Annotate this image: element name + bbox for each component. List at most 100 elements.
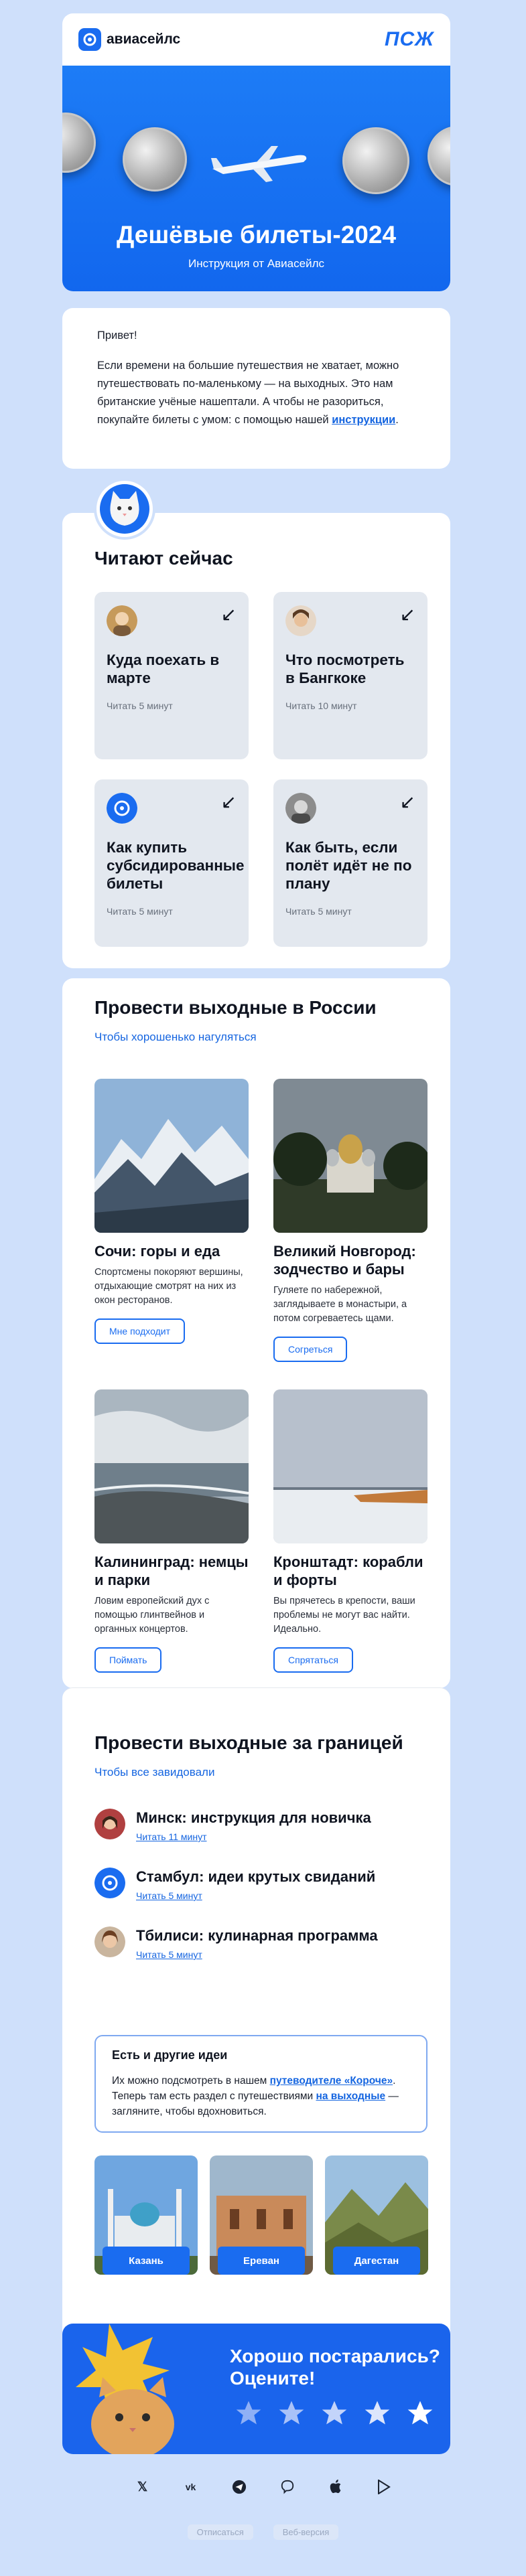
city-card-yerevan[interactable]: Ереван	[210, 2155, 313, 2275]
author-avatar	[285, 605, 316, 636]
kronstadt-photo[interactable]	[273, 1389, 428, 1543]
novgorod-photo[interactable]	[273, 1079, 428, 1233]
star-icon[interactable]	[320, 2399, 349, 2428]
place-text: Спортсмены покоряют вершины, отдыхающие …	[94, 1267, 243, 1306]
more-ideas-title: Есть и другие идеи	[112, 2048, 228, 2062]
apple-icon[interactable]	[326, 2478, 345, 2496]
russia-title: Провести выходные в России	[94, 997, 377, 1018]
instruction-link[interactable]: инструкции	[332, 414, 395, 426]
logo-text: авиасейлс	[107, 31, 181, 47]
coin-image	[62, 112, 96, 173]
catch-button[interactable]: Поймать	[94, 1647, 162, 1673]
abroad-item-title: Минск: инструкция для новичка	[136, 1809, 371, 1826]
arrow-icon: ↙	[399, 604, 415, 625]
place-title: Сочи: горы и еда	[94, 1243, 220, 1260]
reading-card-march[interactable]: ↙ Куда поехать в марте Читать 5 минут	[94, 592, 249, 759]
author-avatar	[94, 1926, 125, 1957]
author-avatar	[94, 1809, 125, 1839]
aviasales-logo[interactable]: авиасейлс	[78, 28, 180, 51]
web-version-link[interactable]: Веб-версия	[273, 2524, 339, 2540]
reading-now-card: Читают сейчас ↙ Куда поехать в марте Чит…	[62, 513, 450, 968]
abroad-item-text: Тбилиси: кулинарная программа Читать 5 м…	[136, 1926, 378, 1960]
abroad-item-meta[interactable]: Читать 11 минут	[136, 1831, 371, 1842]
reading-card-bangkok[interactable]: ↙ Что посмотреть в Бангкоке Читать 10 ми…	[273, 592, 428, 759]
arrow-icon: ↙	[399, 791, 415, 812]
reading-card-title: Как купить субсидированные билеты	[107, 839, 245, 892]
star-icon[interactable]	[405, 2399, 435, 2428]
guide-link[interactable]: путеводителе «Короче»	[270, 2075, 393, 2087]
unsubscribe-link[interactable]: Отписаться	[187, 2524, 253, 2540]
aviasales-avatar	[107, 793, 137, 824]
partner-logo[interactable]: ПСЖ	[385, 28, 434, 51]
reading-time: Читать 5 минут	[285, 906, 352, 917]
abroad-item-tbilisi[interactable]: Тбилиси: кулинарная программа Читать 5 м…	[94, 1926, 378, 1967]
place-text: Ловим европейский дух с помощью глинтвей…	[94, 1596, 210, 1635]
abroad-item-title: Тбилиси: кулинарная программа	[136, 1927, 378, 1944]
abroad-item-title: Стамбул: идеи крутых свиданий	[136, 1868, 376, 1885]
airplane-icon	[211, 146, 307, 182]
coin-image	[342, 127, 409, 194]
russia-weekend-card: Провести выходные в России Чтобы хорошен…	[62, 978, 450, 1688]
coin-image	[428, 126, 450, 186]
place-text: Гуляете по набережной, заглядываете в мо…	[273, 1285, 407, 1324]
abroad-title: Провести выходные за границей	[94, 1732, 403, 1753]
weekend-link[interactable]: на выходные	[316, 2091, 385, 2102]
cat-mascot-avatar	[96, 481, 153, 537]
author-avatar	[107, 605, 137, 636]
viber-icon[interactable]	[278, 2478, 297, 2496]
hide-button[interactable]: Спрятаться	[273, 1647, 353, 1673]
abroad-item-meta[interactable]: Читать 5 минут	[136, 1949, 378, 1960]
reading-time: Читать 10 минут	[285, 700, 357, 711]
more-ideas-text: Их можно подсмотреть в нашем путеводител…	[112, 2073, 410, 2119]
star-icon[interactable]	[234, 2399, 263, 2428]
place-title: Калининград: немцы и парки	[94, 1554, 249, 1588]
coin-image	[123, 127, 187, 192]
footer-links: Отписаться Веб-версия	[0, 2524, 526, 2540]
warm-up-button[interactable]: Согреться	[273, 1337, 348, 1362]
social-links: 𝕏 vk	[0, 2478, 526, 2496]
aviasales-avatar	[94, 1868, 125, 1898]
hero-card: авиасейлс ПСЖ Дешёвые билеты-2024 Инстру…	[62, 13, 450, 291]
city-label: Ереван	[218, 2247, 305, 2275]
x-icon[interactable]: 𝕏	[133, 2478, 152, 2496]
place-kronstadt: Кронштадт: корабли и форты Вы пряче­тесь…	[273, 1389, 428, 1673]
place-novgorod: Великий Новгород: зодчество и бары Гуляе…	[273, 1079, 428, 1362]
abroad-item-minsk[interactable]: Минск: инструкция для новичка Читать 11 …	[94, 1809, 371, 1849]
fits-me-button[interactable]: Мне подходит	[94, 1318, 186, 1344]
reading-card-title: Как быть, если полёт идёт не по плану	[285, 839, 412, 892]
rating-stars	[234, 2399, 435, 2428]
abroad-item-text: Стамбул: идеи крутых свиданий Читать 5 м…	[136, 1868, 375, 1901]
place-title: Кронштадт: корабли и форты	[273, 1554, 423, 1588]
intro-card: Привет! Если времени на большие путешест…	[62, 308, 450, 469]
reading-time: Читать 5 минут	[107, 700, 173, 711]
place-title: Великий Новгород: зодчество и бары	[273, 1243, 416, 1278]
google-play-icon[interactable]	[375, 2478, 393, 2496]
arrow-icon: ↙	[220, 604, 237, 625]
reading-time: Читать 5 минут	[107, 906, 173, 917]
abroad-item-istanbul[interactable]: Стамбул: идеи крутых свиданий Читать 5 м…	[94, 1868, 375, 1908]
rating-title: Хорошо постарались? Оцените!	[230, 2346, 440, 2389]
kaliningrad-photo[interactable]	[94, 1389, 249, 1543]
reading-card-flight-problems[interactable]: ↙ Как быть, если полёт идёт не по плану …	[273, 779, 428, 947]
city-label: Казань	[103, 2247, 190, 2275]
place-sochi: Сочи: горы и еда Спортсмены покоряют вер…	[94, 1079, 249, 1344]
sochi-photo[interactable]	[94, 1079, 249, 1233]
cat-mascot-image	[76, 2324, 174, 2454]
star-icon[interactable]	[363, 2399, 392, 2428]
abroad-item-text: Минск: инструкция для новичка Читать 11 …	[136, 1809, 371, 1842]
hero-subtitle: Инструкция от Авиасейлс	[188, 257, 325, 270]
greeting: Привет!	[97, 329, 137, 342]
arrow-icon: ↙	[220, 791, 237, 812]
abroad-item-meta[interactable]: Читать 5 минут	[136, 1890, 375, 1901]
more-ideas-box: Есть и другие идеи Их можно подсмотреть …	[94, 2035, 428, 2133]
reading-card-title: Куда поехать в марте	[107, 652, 220, 686]
star-icon[interactable]	[277, 2399, 306, 2428]
reading-card-subsidized[interactable]: ↙ Как купить субсидированные билеты Чита…	[94, 779, 249, 947]
vk-icon[interactable]: vk	[182, 2478, 200, 2496]
city-card-kazan[interactable]: Казань	[94, 2155, 198, 2275]
city-card-dagestan[interactable]: Дагестан	[325, 2155, 428, 2275]
city-label: Дагестан	[333, 2247, 420, 2275]
hero-title: Дешёвые билеты-2024	[116, 221, 397, 248]
telegram-icon[interactable]	[230, 2478, 249, 2496]
author-avatar	[285, 793, 316, 824]
